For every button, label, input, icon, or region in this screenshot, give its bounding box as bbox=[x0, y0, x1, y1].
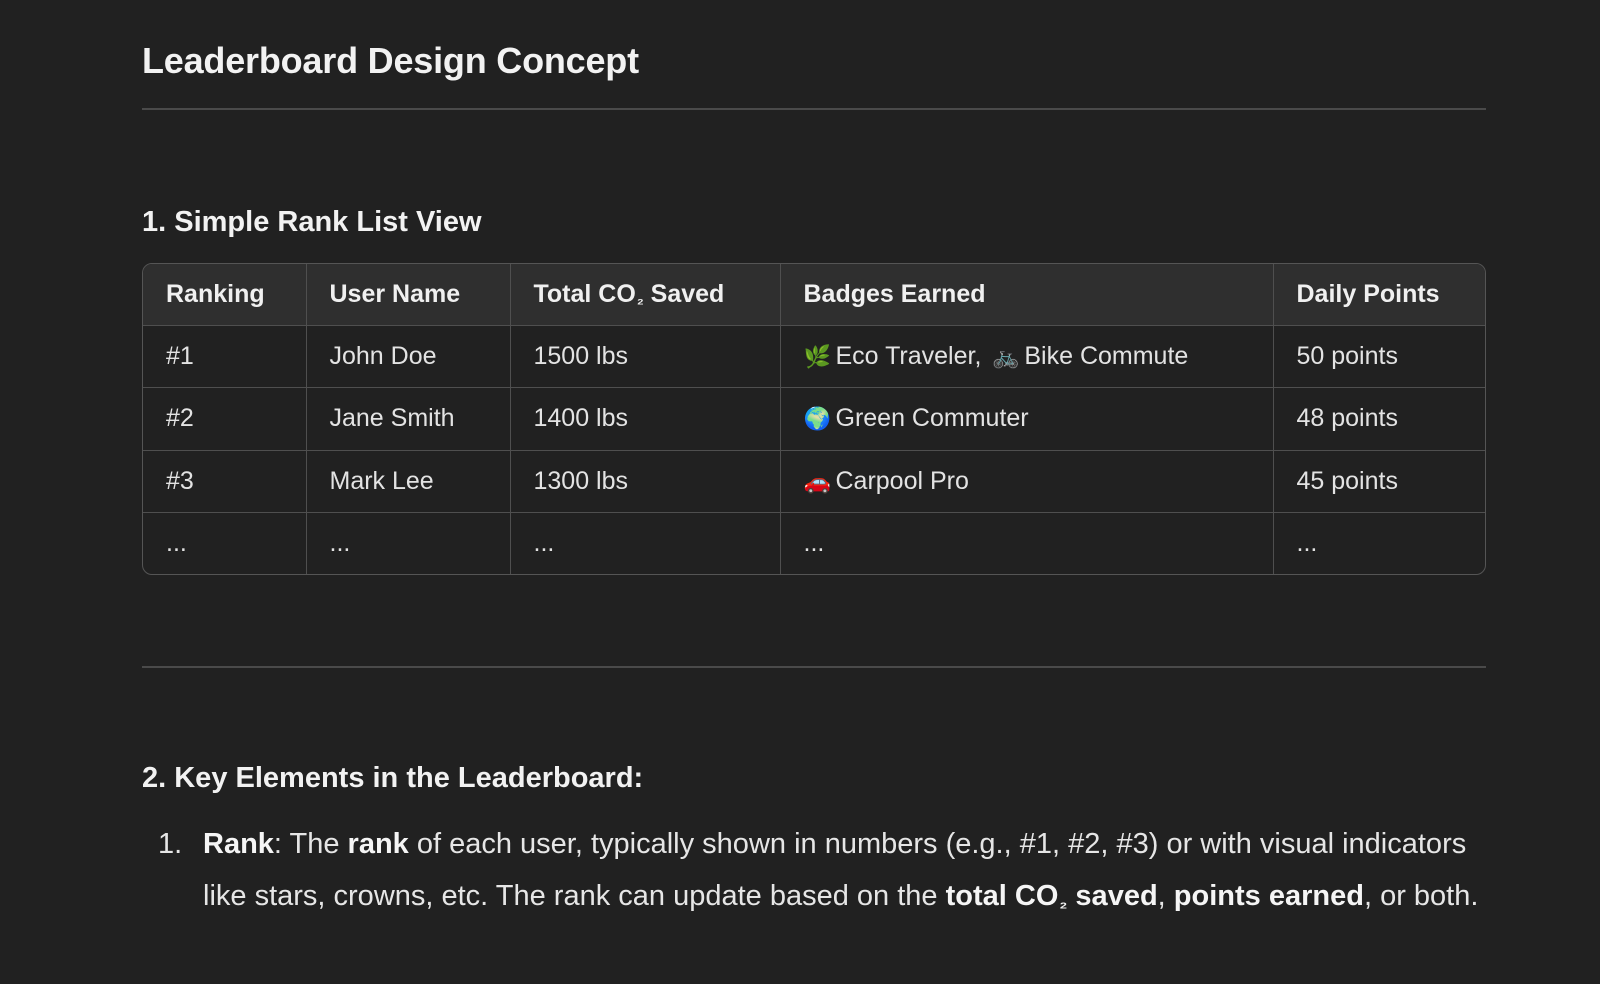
section-heading-rank-list: 1. Simple Rank List View bbox=[142, 206, 482, 238]
cell-badges: ... bbox=[780, 512, 1274, 574]
herb-icon: 🌿 bbox=[803, 344, 831, 370]
cell-user-name: John Doe bbox=[306, 325, 511, 389]
divider bbox=[142, 666, 1486, 668]
table-row: #1 John Doe 1500 lbs 🌿 Eco Traveler, 🚲 Bik… bbox=[143, 325, 1485, 389]
cell-rank: #2 bbox=[143, 387, 307, 451]
badge-label: Eco Traveler, bbox=[835, 342, 982, 371]
car-icon: 🚗 bbox=[803, 468, 831, 494]
page: Leaderboard Design Concept 1. Simple Ran… bbox=[0, 0, 1600, 984]
co2-subscript: ₂ bbox=[636, 291, 644, 309]
badge-label: Carpool Pro bbox=[835, 466, 969, 495]
cell-points: 48 points bbox=[1273, 387, 1485, 451]
bicycle-icon: 🚲 bbox=[992, 344, 1020, 370]
page-title: Leaderboard Design Concept bbox=[142, 40, 639, 81]
col-header-ranking: Ranking bbox=[143, 264, 307, 326]
cell-points: 50 points bbox=[1273, 325, 1485, 389]
col-header-total-co2: Total CO₂ Saved bbox=[510, 264, 781, 326]
bold-text: saved bbox=[1067, 880, 1158, 912]
cell-rank: ... bbox=[143, 512, 307, 574]
bold-text: total CO bbox=[945, 880, 1059, 912]
text-run: : The bbox=[273, 828, 348, 860]
cell-points: 45 points bbox=[1273, 450, 1485, 513]
cell-rank: #3 bbox=[143, 450, 307, 513]
bold-run: points earned bbox=[1173, 880, 1364, 912]
bold-run: total CO₂ saved bbox=[946, 880, 1158, 912]
table-row: ... ... ... ... ... bbox=[143, 512, 1485, 574]
table-row: #3 Mark Lee 1300 lbs 🚗 Carpool Pro 45 poi… bbox=[143, 450, 1485, 513]
cell-user-name: Mark Lee bbox=[306, 450, 511, 513]
cell-co2: 1500 lbs bbox=[510, 325, 781, 389]
table-row: #2 Jane Smith 1400 lbs 🌍 Green Commuter 4… bbox=[143, 387, 1485, 451]
badge-label: Green Commuter bbox=[835, 404, 1029, 433]
cell-badges: 🌿 Eco Traveler, 🚲 Bike Commute bbox=[780, 325, 1274, 389]
divider bbox=[142, 108, 1486, 110]
col-header-total-co2-part2: Saved bbox=[643, 279, 725, 308]
list-item-number: 1. bbox=[158, 828, 183, 860]
leaderboard-table: Ranking User Name Total CO₂ Saved Badges… bbox=[142, 263, 1486, 575]
bold-run: rank bbox=[347, 828, 409, 860]
cell-badges: 🌍 Green Commuter bbox=[780, 387, 1274, 451]
globe-icon: 🌍 bbox=[803, 406, 831, 432]
cell-rank: #1 bbox=[143, 325, 307, 389]
badge-label: Bike Commute bbox=[1024, 342, 1189, 371]
text-run: , bbox=[1157, 880, 1174, 912]
col-header-daily-points: Daily Points bbox=[1273, 264, 1485, 326]
cell-badges: 🚗 Carpool Pro bbox=[780, 450, 1274, 513]
cell-co2: ... bbox=[510, 512, 781, 574]
col-header-total-co2-part1: Total CO bbox=[533, 279, 636, 308]
cell-user-name: ... bbox=[306, 512, 511, 574]
col-header-user-name: User Name bbox=[306, 264, 511, 326]
col-header-badges: Badges Earned bbox=[780, 264, 1274, 326]
cell-user-name: Jane Smith bbox=[306, 387, 511, 451]
list-item: 1. Rank: The rank of each user, typicall… bbox=[142, 818, 1486, 928]
term-rank: Rank bbox=[203, 828, 274, 860]
cell-co2: 1300 lbs bbox=[510, 450, 781, 513]
section-heading-key-elements: 2. Key Elements in the Leaderboard: bbox=[142, 762, 644, 794]
text-run: , or both. bbox=[1363, 880, 1479, 912]
list-item-text: Rank: The rank of each user, typically s… bbox=[203, 818, 1486, 928]
cell-co2: 1400 lbs bbox=[510, 387, 781, 451]
table-header-row: Ranking User Name Total CO₂ Saved Badges… bbox=[143, 264, 1485, 326]
key-elements-list: 1. Rank: The rank of each user, typicall… bbox=[142, 818, 1486, 928]
cell-points: ... bbox=[1296, 528, 1318, 557]
